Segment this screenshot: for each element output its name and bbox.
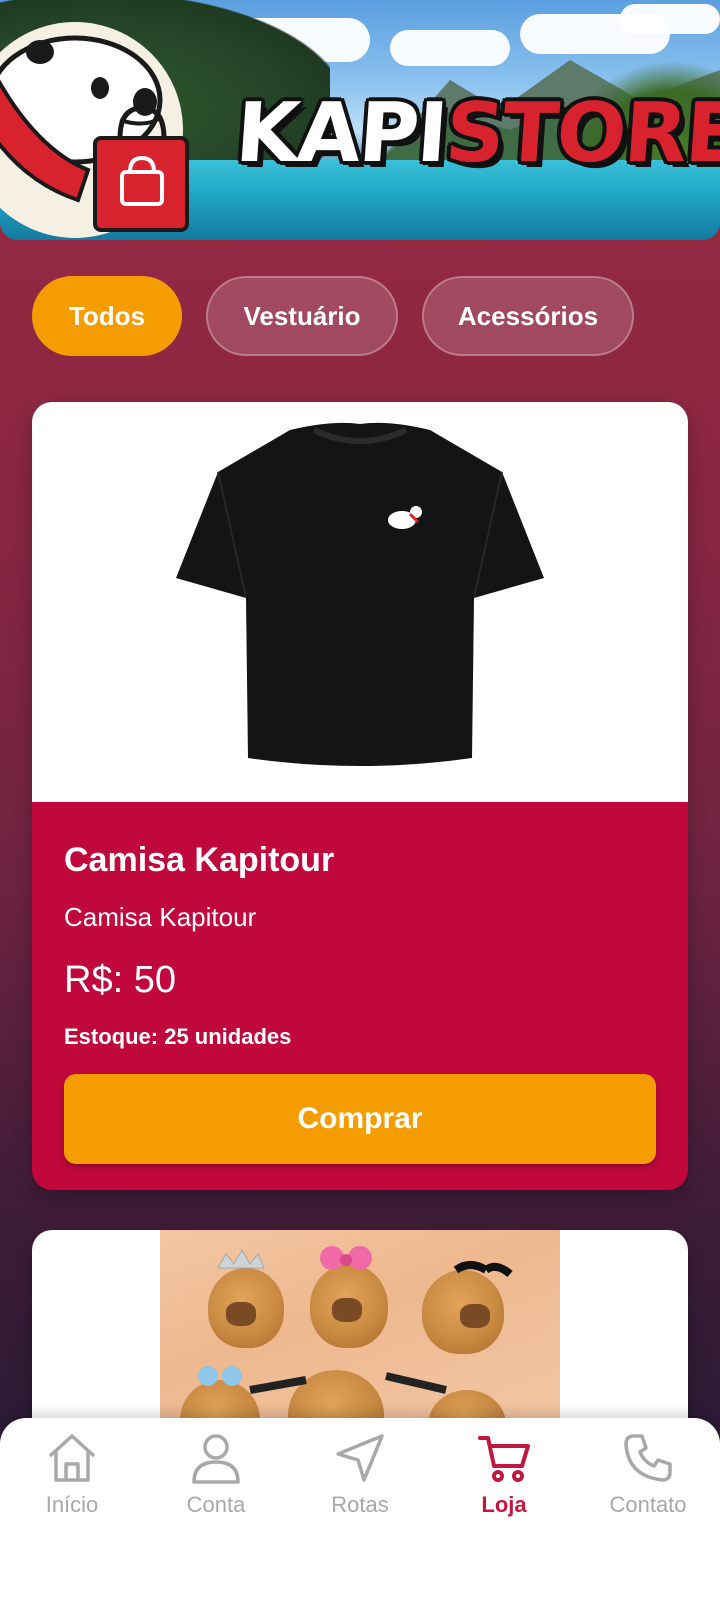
category-filters: Todos Vestuário Acessórios (32, 276, 634, 356)
filter-chip-acessorios[interactable]: Acessórios (422, 276, 634, 356)
nav-item-conta[interactable]: Conta (144, 1430, 288, 1600)
product-image (32, 402, 688, 802)
phone-icon (624, 1434, 672, 1482)
black-tshirt-image (176, 422, 544, 766)
nav-item-loja[interactable]: Loja (432, 1430, 576, 1600)
home-icon (48, 1434, 96, 1482)
filter-chip-vestuario[interactable]: Vestuário (206, 276, 398, 356)
nav-item-inicio[interactable]: Início (0, 1430, 144, 1600)
logo-text-kapi: KAPI (232, 86, 449, 181)
product-info: Camisa Kapitour Camisa Kapitour R$: 50 E… (32, 802, 688, 1190)
nav-label-inicio: Início (45, 1492, 99, 1517)
kapistore-logo: KAPI STORE (233, 84, 720, 184)
nav-item-rotas[interactable]: Rotas (288, 1430, 432, 1600)
store-banner: KAPI STORE (0, 0, 720, 240)
product-title: Camisa Kapitour (64, 841, 335, 879)
navigation-arrow-icon (336, 1434, 384, 1482)
capybara-mascot-logo (0, 22, 189, 238)
product-description: Camisa Kapitour (64, 902, 257, 932)
filter-chip-todos[interactable]: Todos (32, 276, 182, 356)
logo-text-store: STORE (442, 86, 720, 181)
buy-button[interactable]: Comprar (64, 1074, 656, 1164)
product-card (32, 1230, 688, 1450)
product-card: Camisa Kapitour Camisa Kapitour R$: 50 E… (32, 402, 688, 1190)
capybara-hairclips-image (160, 1230, 560, 1450)
product-price: R$: 50 (64, 959, 176, 1001)
product-stock: Estoque: 25 unidades (64, 1024, 292, 1049)
nav-label-loja: Loja (481, 1492, 527, 1517)
nav-label-rotas: Rotas (331, 1492, 389, 1517)
nav-label-contato: Contato (609, 1492, 687, 1517)
nav-item-contato[interactable]: Contato (576, 1430, 720, 1600)
user-icon (192, 1434, 240, 1484)
cart-icon (478, 1436, 530, 1482)
bottom-navigation: Início Conta Rotas Loja Contato (0, 1418, 720, 1600)
nav-label-conta: Conta (186, 1492, 246, 1517)
